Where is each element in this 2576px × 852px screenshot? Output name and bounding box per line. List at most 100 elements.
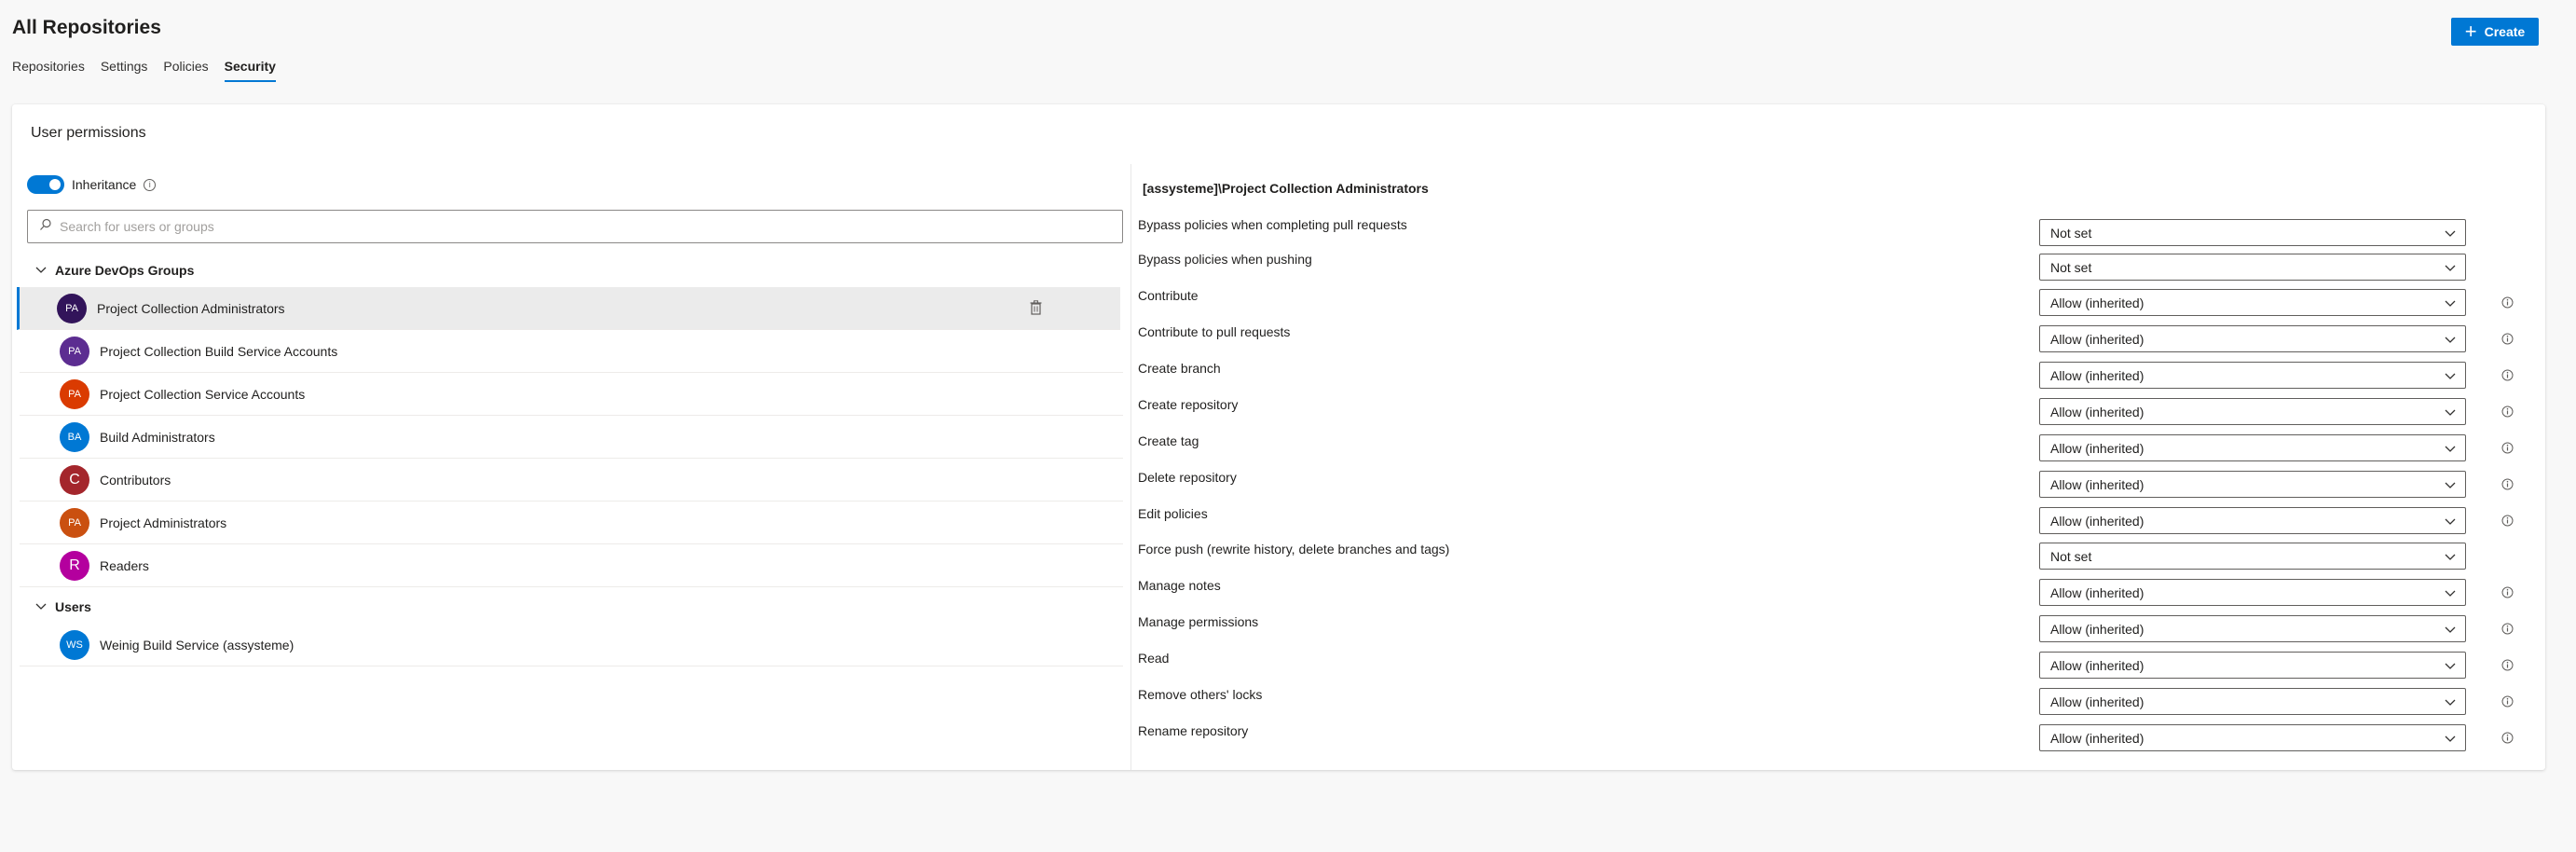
chevron-down-icon xyxy=(2445,332,2456,347)
permission-dropdown[interactable]: Allow (inherited) xyxy=(2039,289,2466,316)
group-header-azure-devops[interactable]: Azure DevOps Groups xyxy=(27,257,194,283)
permission-dropdown[interactable]: Allow (inherited) xyxy=(2039,579,2466,606)
create-button[interactable]: + Create xyxy=(2451,18,2539,46)
create-button-label: Create xyxy=(2484,24,2526,39)
permission-value: Allow (inherited) xyxy=(2050,730,2144,746)
page-title: All Repositories xyxy=(12,17,161,38)
info-icon[interactable] xyxy=(2501,586,2514,598)
permission-dropdown[interactable]: Not set xyxy=(2039,543,2466,570)
permissions-heading: [assysteme]\Project Collection Administr… xyxy=(1143,181,1429,196)
info-icon[interactable] xyxy=(2501,442,2514,454)
chevron-down-icon xyxy=(2445,368,2456,383)
search-input[interactable] xyxy=(60,219,1085,234)
permission-dropdown[interactable]: Allow (inherited) xyxy=(2039,471,2466,498)
permission-value: Allow (inherited) xyxy=(2050,694,2144,709)
list-item-name: Contributors xyxy=(100,472,171,488)
group-header-label: Users xyxy=(55,599,91,614)
chevron-down-icon xyxy=(2445,514,2456,529)
list-item[interactable]: PA Project Collection Administrators xyxy=(17,287,1120,330)
permission-value: Not set xyxy=(2050,259,2092,275)
tab-settings[interactable]: Settings xyxy=(101,59,148,82)
card-title: User permissions xyxy=(31,125,146,141)
permission-dropdown[interactable]: Allow (inherited) xyxy=(2039,724,2466,751)
info-icon[interactable] xyxy=(2501,515,2514,527)
tab-security[interactable]: Security xyxy=(224,59,277,82)
permission-dropdown[interactable]: Not set xyxy=(2039,219,2466,246)
list-item-name: Build Administrators xyxy=(100,429,215,445)
info-icon[interactable] xyxy=(2501,369,2514,381)
chevron-down-icon xyxy=(27,603,55,611)
permission-label: Rename repository xyxy=(1138,723,1249,738)
permission-value: Allow (inherited) xyxy=(2050,295,2144,310)
chevron-down-icon xyxy=(2445,441,2456,456)
trash-icon[interactable] xyxy=(1030,300,1042,318)
permission-value: Allow (inherited) xyxy=(2050,404,2144,419)
permission-label: Read xyxy=(1138,651,1170,666)
permission-label: Create repository xyxy=(1138,397,1239,412)
permission-label: Remove others' locks xyxy=(1138,687,1263,702)
info-icon[interactable] xyxy=(2501,296,2514,309)
permission-dropdown[interactable]: Allow (inherited) xyxy=(2039,362,2466,389)
permission-label: Force push (rewrite history, delete bran… xyxy=(1138,542,1450,557)
permission-value: Allow (inherited) xyxy=(2050,584,2144,600)
permission-dropdown[interactable]: Allow (inherited) xyxy=(2039,434,2466,461)
chevron-down-icon xyxy=(2445,658,2456,673)
permission-label: Contribute xyxy=(1138,288,1199,303)
permission-label: Edit policies xyxy=(1138,506,1208,521)
chevron-down-icon xyxy=(2445,549,2456,564)
chevron-down-icon xyxy=(2445,622,2456,637)
permission-value: Allow (inherited) xyxy=(2050,657,2144,673)
info-icon[interactable] xyxy=(2501,623,2514,635)
permission-value: Not set xyxy=(2050,548,2092,564)
permission-dropdown[interactable]: Allow (inherited) xyxy=(2039,688,2466,715)
info-icon[interactable] xyxy=(2501,405,2514,418)
group-header-label: Azure DevOps Groups xyxy=(55,263,195,278)
info-icon[interactable] xyxy=(2501,732,2514,744)
permission-dropdown[interactable]: Allow (inherited) xyxy=(2039,652,2466,679)
permission-dropdown[interactable]: Allow (inherited) xyxy=(2039,398,2466,425)
chevron-down-icon xyxy=(2445,260,2456,275)
chevron-down-icon xyxy=(2445,477,2456,492)
list-item-name: Weinig Build Service (assysteme) xyxy=(100,637,295,653)
list-item[interactable]: PA Project Administrators xyxy=(20,502,1123,544)
list-item[interactable]: PA Project Collection Build Service Accou… xyxy=(20,330,1123,373)
permission-label: Manage notes xyxy=(1138,578,1221,593)
tab-policies[interactable]: Policies xyxy=(163,59,208,82)
permission-dropdown[interactable]: Allow (inherited) xyxy=(2039,325,2466,352)
chevron-down-icon xyxy=(2445,694,2456,709)
avatar: PA xyxy=(57,293,87,323)
permission-value: Allow (inherited) xyxy=(2050,440,2144,456)
list-item[interactable]: PA Project Collection Service Accounts xyxy=(20,373,1123,416)
permission-dropdown[interactable]: Not set xyxy=(2039,254,2466,281)
permission-value: Not set xyxy=(2050,225,2092,240)
permission-value: Allow (inherited) xyxy=(2050,331,2144,347)
avatar: WS xyxy=(60,629,89,660)
info-icon[interactable] xyxy=(2501,695,2514,708)
info-icon[interactable] xyxy=(2501,478,2514,490)
chevron-down-icon xyxy=(2445,226,2456,240)
chevron-down-icon xyxy=(2445,295,2456,310)
list-item[interactable]: R Readers xyxy=(20,544,1123,587)
list-item[interactable]: WS Weinig Build Service (assysteme) xyxy=(20,624,1123,666)
group-header-users[interactable]: Users xyxy=(27,594,91,620)
tab-repositories[interactable]: Repositories xyxy=(12,59,85,82)
chevron-down-icon xyxy=(2445,731,2456,746)
permission-value: Allow (inherited) xyxy=(2050,367,2144,383)
info-icon[interactable] xyxy=(2501,333,2514,345)
avatar: PA xyxy=(60,378,89,409)
permission-label: Contribute to pull requests xyxy=(1138,324,1291,339)
search-box xyxy=(27,210,1123,243)
inheritance-label: Inheritance xyxy=(72,177,137,192)
avatar: C xyxy=(60,464,89,495)
inheritance-row: Inheritance i xyxy=(27,175,157,194)
list-item[interactable]: C Contributors xyxy=(20,459,1123,502)
permission-dropdown[interactable]: Allow (inherited) xyxy=(2039,507,2466,534)
inheritance-toggle[interactable] xyxy=(27,175,64,194)
info-icon[interactable] xyxy=(2501,659,2514,671)
list-item[interactable]: BA Build Administrators xyxy=(20,416,1123,459)
permission-value: Allow (inherited) xyxy=(2050,513,2144,529)
permission-value: Allow (inherited) xyxy=(2050,621,2144,637)
pane-divider xyxy=(1130,164,1131,770)
permission-dropdown[interactable]: Allow (inherited) xyxy=(2039,615,2466,642)
info-icon[interactable]: i xyxy=(144,178,157,191)
